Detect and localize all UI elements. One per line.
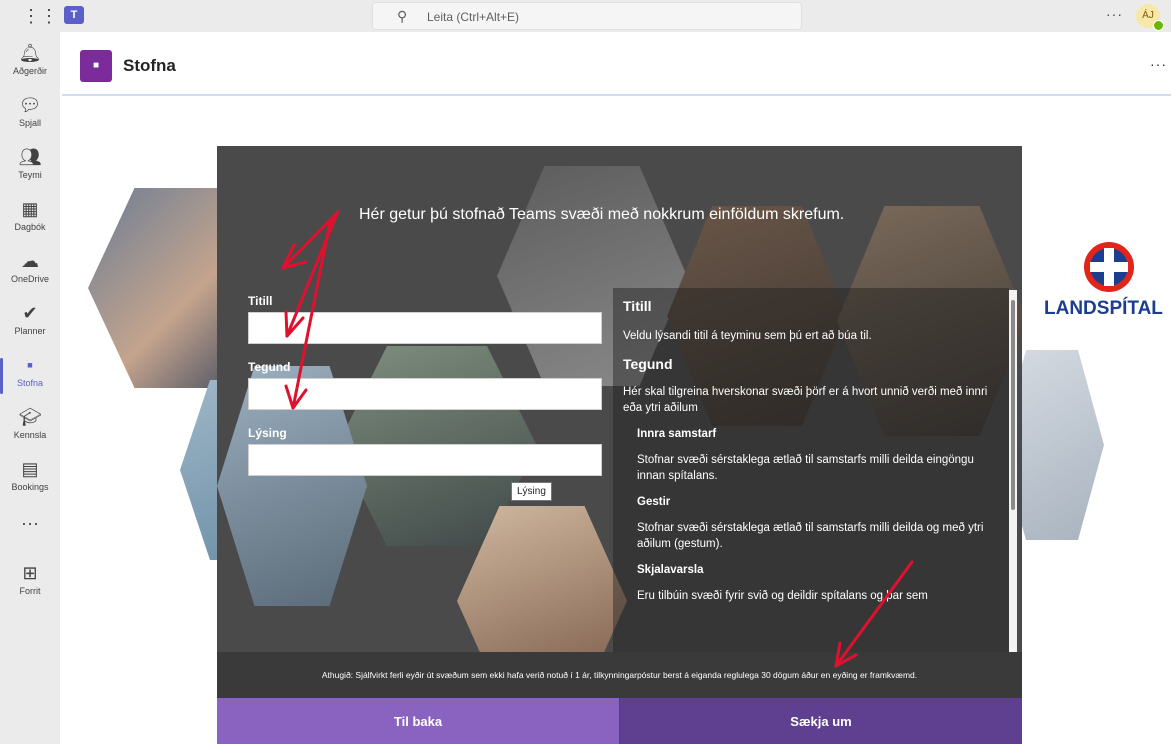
annotation-arrow xyxy=(834,560,914,668)
annotation-arrow xyxy=(281,210,340,270)
annotation-arrow xyxy=(291,220,332,410)
annotation-arrows xyxy=(281,210,914,668)
